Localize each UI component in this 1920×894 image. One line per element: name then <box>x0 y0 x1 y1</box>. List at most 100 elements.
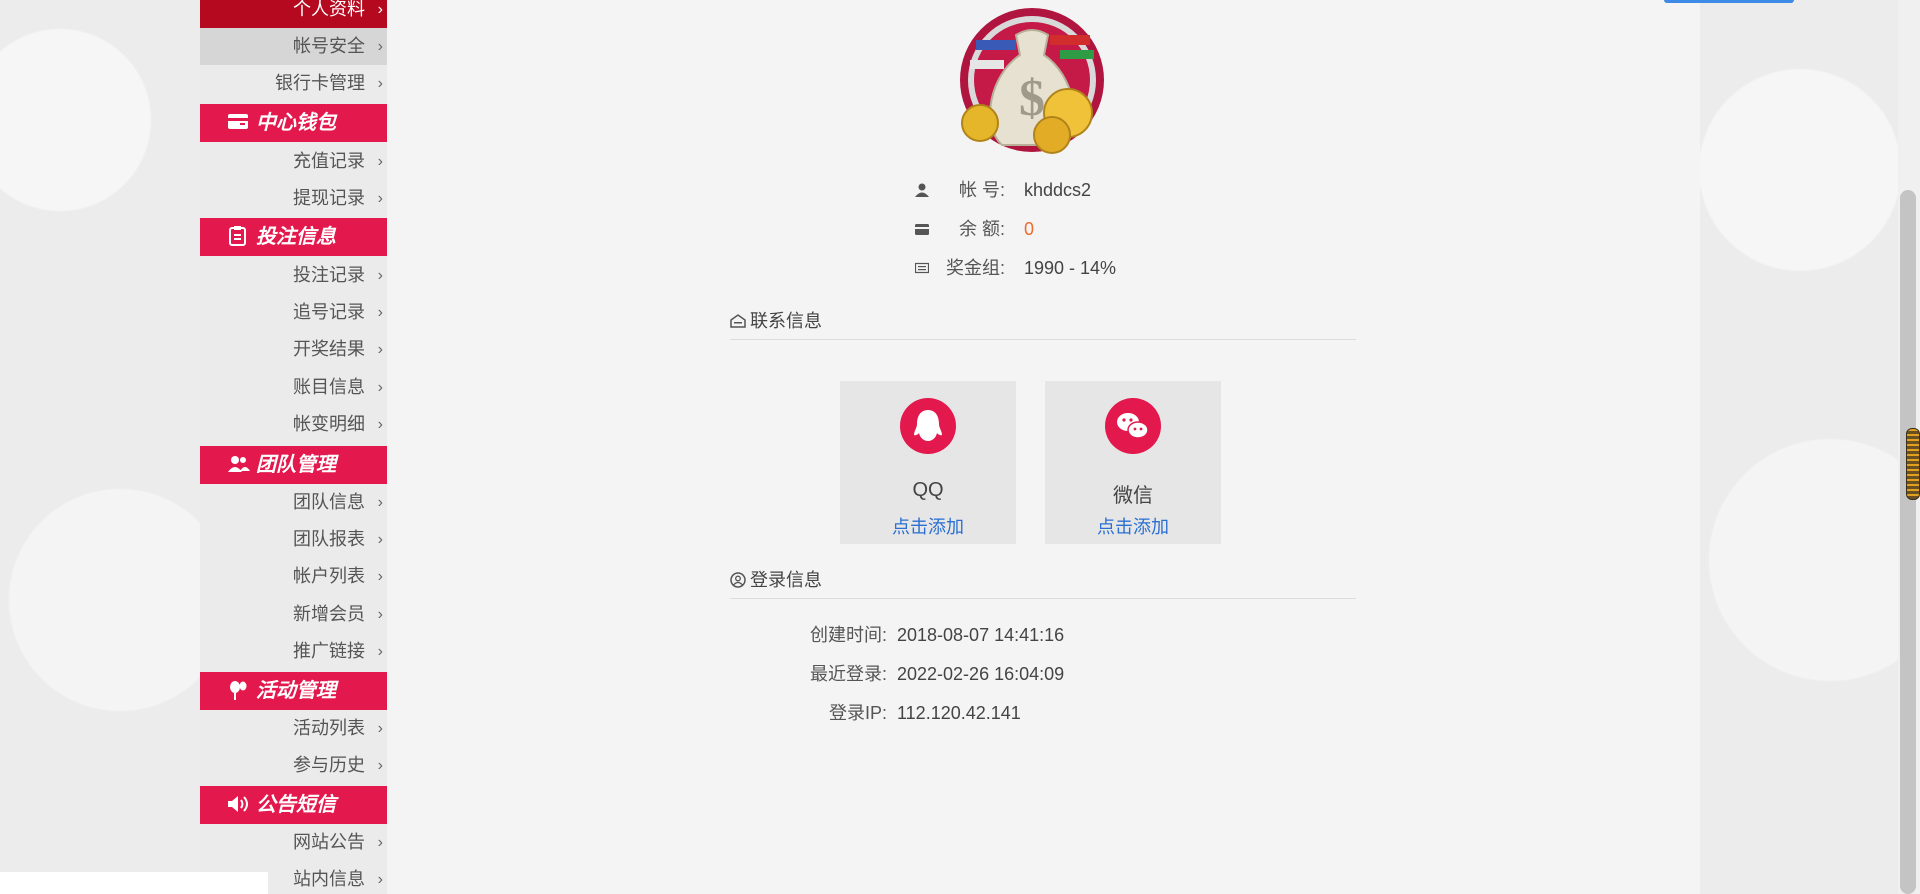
sidebar-item-withdraw-records[interactable]: 提现记录 › <box>200 180 387 217</box>
chevron-right-icon: › <box>377 834 383 851</box>
sidebar-item-account-security[interactable]: 帐号安全 › <box>200 28 387 65</box>
bonus-group-label: 奖金组: <box>945 258 1005 278</box>
sidebar-item-profile[interactable]: 个人资料 › <box>200 0 387 28</box>
svg-text:$: $ <box>1019 70 1045 127</box>
sidebar-item-site-notice[interactable]: 网站公告 › <box>200 824 387 861</box>
sidebar-section-notice: 公告短信 <box>200 786 387 824</box>
chevron-right-icon: › <box>377 267 383 284</box>
chevron-right-icon: › <box>377 379 383 396</box>
section-title: 活动管理 <box>256 680 336 702</box>
sidebar-item-label: 个人资料 <box>293 0 365 19</box>
chevron-right-icon: › <box>377 871 383 888</box>
sidebar-item-team-report[interactable]: 团队报表 › <box>200 521 387 558</box>
wechat-contact-card[interactable]: 微信 点击添加 <box>1045 381 1221 544</box>
sidebar-item-label: 参与历史 <box>293 755 365 775</box>
sidebar-item-label: 团队信息 <box>293 492 365 512</box>
main-panel: $ 帐 号: khddcs2 余 额: 0 奖金组: 1990 - 14% 联系… <box>387 0 1700 894</box>
sidebar-item-label: 追号记录 <box>293 302 365 322</box>
chevron-right-icon: › <box>377 75 383 92</box>
sidebar-item-label: 帐号安全 <box>293 36 365 56</box>
section-title-text: 登录信息 <box>750 570 822 590</box>
balance-row: 余 额: 0 <box>915 217 1315 241</box>
sidebar-item-label: 新增会员 <box>293 604 365 624</box>
sidebar-item-label: 账目信息 <box>293 377 365 397</box>
qq-name: QQ <box>912 479 944 501</box>
qq-icon <box>900 398 956 454</box>
sidebar-item-bet-records[interactable]: 投注记录 › <box>200 257 387 294</box>
account-label: 帐 号: <box>958 180 1005 200</box>
login-ip-value: 112.120.42.141 <box>897 703 1021 723</box>
login-section-title: 登录信息 <box>730 566 1356 599</box>
chevron-right-icon: › <box>377 494 383 511</box>
bonus-group-value: 1990 - 14% <box>1024 258 1117 278</box>
wechat-add-link[interactable]: 点击添加 <box>1045 513 1221 539</box>
scrollbar-thumb[interactable] <box>1900 190 1916 894</box>
sidebar-item-label: 网站公告 <box>293 832 365 852</box>
qq-add-link[interactable]: 点击添加 <box>840 513 1016 539</box>
chevron-right-icon: › <box>377 568 383 585</box>
section-title: 中心钱包 <box>256 112 336 134</box>
sidebar: 个人资料 › 帐号安全 › 银行卡管理 › 中心钱包 充值记录 › 提现记录 ›… <box>200 0 387 894</box>
balloon-icon <box>230 681 247 700</box>
bonus-group-row: 奖金组: 1990 - 14% <box>915 256 1315 280</box>
qq-contact-card[interactable]: QQ 点击添加 <box>840 381 1016 544</box>
sidebar-item-activity-list[interactable]: 活动列表 › <box>200 710 387 747</box>
sidebar-item-label: 开奖结果 <box>293 339 365 359</box>
section-title: 团队管理 <box>256 454 336 476</box>
status-strip <box>0 872 268 894</box>
sidebar-section-wallet: 中心钱包 <box>200 104 387 142</box>
login-ip-label: 登录IP: <box>828 703 887 723</box>
section-title: 投注信息 <box>256 226 336 248</box>
scroll-grip-handle[interactable] <box>1906 428 1920 500</box>
speaker-icon <box>228 796 248 812</box>
wechat-name: 微信 <box>1113 485 1153 507</box>
sidebar-item-label: 银行卡管理 <box>275 73 365 93</box>
section-title-text: 联系信息 <box>750 311 822 331</box>
user-circle-icon <box>730 572 746 588</box>
sidebar-section-betting: 投注信息 <box>200 218 387 256</box>
card-icon <box>228 114 248 129</box>
sidebar-item-label: 推广链接 <box>293 641 365 661</box>
sidebar-item-label: 团队报表 <box>293 529 365 549</box>
chevron-right-icon: › <box>377 38 383 55</box>
sidebar-item-participation-history[interactable]: 参与历史 › <box>200 747 387 784</box>
chevron-right-icon: › <box>377 304 383 321</box>
balance-label: 余 额: <box>958 219 1005 239</box>
last-login-label: 最近登录: <box>809 664 887 684</box>
sidebar-item-account-info[interactable]: 账目信息 › <box>200 369 387 406</box>
chevron-right-icon: › <box>377 416 383 433</box>
sidebar-item-account-changes[interactable]: 帐变明细 › <box>200 406 387 443</box>
wechat-icon <box>1105 398 1161 454</box>
sidebar-item-label: 帐变明细 <box>293 414 365 434</box>
sidebar-item-label: 帐户列表 <box>293 566 365 586</box>
sidebar-item-deposit-records[interactable]: 充值记录 › <box>200 143 387 180</box>
avatar-money-bag-icon: $ <box>960 8 1104 154</box>
chevron-right-icon: › <box>377 153 383 170</box>
chevron-right-icon: › <box>377 606 383 623</box>
sidebar-item-team-info[interactable]: 团队信息 › <box>200 484 387 521</box>
users-icon <box>228 456 250 472</box>
last-login-row: 最近登录: 2022-02-26 16:04:09 <box>787 662 1064 686</box>
account-row: 帐 号: khddcs2 <box>915 178 1315 202</box>
sidebar-item-bank-cards[interactable]: 银行卡管理 › <box>200 65 387 102</box>
sidebar-item-label: 充值记录 <box>293 151 365 171</box>
section-title: 公告短信 <box>256 794 336 816</box>
chevron-right-icon: › <box>377 341 383 358</box>
balance-value: 0 <box>1024 219 1035 239</box>
chevron-right-icon: › <box>377 643 383 660</box>
sidebar-item-add-member[interactable]: 新增会员 › <box>200 596 387 633</box>
sidebar-section-activity: 活动管理 <box>200 672 387 710</box>
sidebar-item-chase-records[interactable]: 追号记录 › <box>200 294 387 331</box>
clipboard-icon <box>229 226 246 246</box>
sidebar-item-promo-link[interactable]: 推广链接 › <box>200 633 387 670</box>
sidebar-item-label: 投注记录 <box>293 265 365 285</box>
chevron-right-icon: › <box>377 1 383 18</box>
top-action-button[interactable] <box>1664 0 1794 3</box>
sidebar-item-draw-results[interactable]: 开奖结果 › <box>200 331 387 368</box>
login-ip-row: 登录IP: 112.120.42.141 <box>787 701 1021 725</box>
sidebar-item-account-list[interactable]: 帐户列表 › <box>200 558 387 595</box>
chevron-right-icon: › <box>377 720 383 737</box>
chevron-right-icon: › <box>377 190 383 207</box>
sidebar-section-team: 团队管理 <box>200 446 387 484</box>
last-login-value: 2022-02-26 16:04:09 <box>897 664 1065 684</box>
